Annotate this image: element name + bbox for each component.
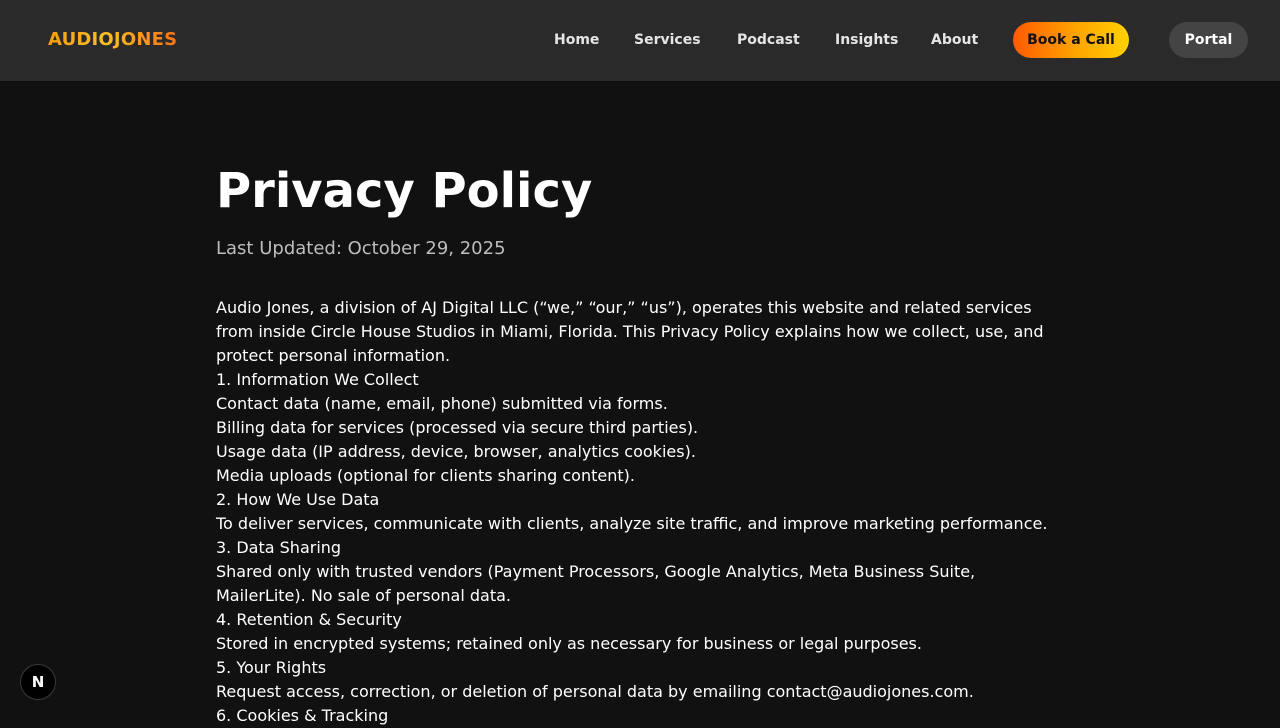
nav-link-podcast[interactable]: Podcast <box>737 30 800 50</box>
page-title: Privacy Policy <box>216 163 593 219</box>
section-body-how-we-use-data: To deliver services, communicate with cl… <box>216 514 1048 533</box>
list-item: Media uploads (optional for clients shar… <box>216 466 635 485</box>
section-heading-data-sharing: 3. Data Sharing <box>216 538 342 557</box>
book-a-call-button[interactable]: Book a Call <box>1013 22 1129 58</box>
section-heading-information-we-collect: 1. Information We Collect <box>216 370 419 389</box>
policy-body: Audio Jones, a division of AJ Digital LL… <box>216 296 1066 728</box>
top-navbar: AUDIOJONES Home Services Podcast Insight… <box>0 0 1280 81</box>
section-body-retention-security: Stored in encrypted systems; retained on… <box>216 634 922 653</box>
portal-button[interactable]: Portal <box>1169 22 1248 58</box>
nav-link-home[interactable]: Home <box>554 30 599 50</box>
nav-link-insights[interactable]: Insights <box>835 30 898 50</box>
nav-link-services[interactable]: Services <box>634 30 701 50</box>
nextjs-dev-badge-icon[interactable]: N <box>20 664 56 700</box>
audiojones-logo[interactable]: AUDIOJONES <box>48 29 177 51</box>
privacy-policy-content: Privacy Policy Last Updated: October 29,… <box>216 160 1066 728</box>
section-heading-your-rights: 5. Your Rights <box>216 658 327 677</box>
section-heading-cookies-tracking: 6. Cookies & Tracking <box>216 706 389 725</box>
section-heading-how-we-use-data: 2. How We Use Data <box>216 490 380 509</box>
last-updated-date: Last Updated: October 29, 2025 <box>216 238 506 259</box>
section-heading-retention-security: 4. Retention & Security <box>216 610 402 629</box>
nav-link-about[interactable]: About <box>931 30 978 50</box>
intro-paragraph: Audio Jones, a division of AJ Digital LL… <box>216 298 1044 365</box>
list-item: Usage data (IP address, device, browser,… <box>216 442 696 461</box>
list-item: Contact data (name, email, phone) submit… <box>216 394 668 413</box>
section-body-your-rights: Request access, correction, or deletion … <box>216 682 974 701</box>
list-item: Billing data for services (processed via… <box>216 418 699 437</box>
section-body-data-sharing: Shared only with trusted vendors (Paymen… <box>216 562 976 605</box>
